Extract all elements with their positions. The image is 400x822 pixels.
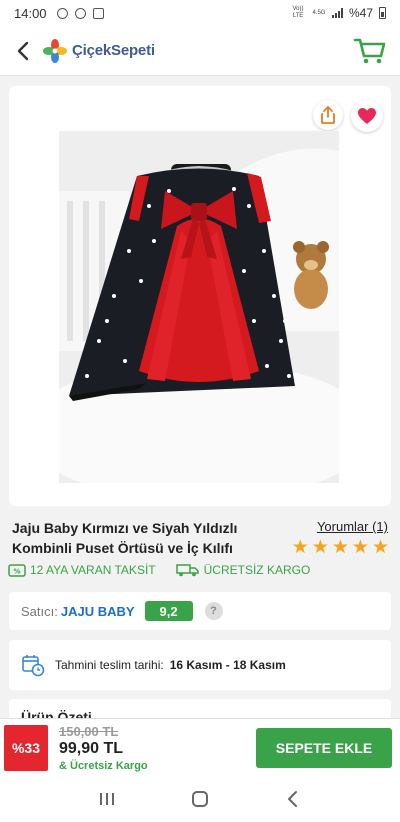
favorite-button[interactable] [351, 100, 383, 132]
installment-promo: % 12 AYA VARAN TAKSİT [8, 563, 156, 577]
promo-row: % 12 AYA VARAN TAKSİT ÜCRETSİZ KARGO [8, 563, 310, 577]
buy-bar: %33 150,00 TL 99,90 TL & Ücretsiz Kargo … [0, 718, 400, 776]
discount-badge: %33 [4, 725, 48, 771]
recent-apps-button[interactable] [87, 784, 127, 814]
share-icon [321, 106, 335, 124]
seller-card: Satıcı: JAJU BABY 9,2 ? [9, 592, 391, 630]
app-header: ÇiçekSepeti [0, 26, 400, 76]
old-price: 150,00 TL [59, 724, 119, 739]
add-to-cart-button[interactable]: SEPETE EKLE [256, 728, 392, 768]
credit-card-icon: % [8, 563, 26, 577]
product-image-card [9, 86, 391, 506]
brand-name: ÇiçekSepeti [72, 42, 155, 59]
back-button[interactable] [12, 40, 34, 62]
status-bar: 14:00 Vo)) LTE 4.5G %47 [0, 0, 400, 26]
signal-icon [331, 8, 343, 18]
star-icon: ★ [291, 537, 309, 558]
cart-button[interactable] [352, 35, 388, 67]
star-icon: ★ [331, 537, 349, 558]
current-price: 99,90 TL [59, 740, 124, 757]
back-nav-button[interactable] [273, 784, 313, 814]
delivery-truck-icon [175, 564, 199, 577]
star-icon: ★ [371, 537, 389, 558]
chevron-left-icon [17, 41, 29, 60]
installment-label: 12 AYA VARAN TAKSİT [30, 563, 156, 577]
recent-apps-icon [99, 793, 114, 805]
product-title: Jaju Baby Kırmızı ve Siyah Yıldızlı Komb… [12, 520, 238, 556]
notification-icons [56, 7, 104, 19]
reviews-link[interactable]: Yorumlar (1) [317, 519, 388, 534]
seller-label: Satıcı: [21, 603, 58, 619]
back-arrow-icon [288, 791, 298, 807]
seller-info-button[interactable]: ? [204, 602, 223, 620]
free-shipping-note: & Ücretsiz Kargo [59, 760, 148, 772]
battery-percent: %47 [348, 6, 373, 20]
home-button[interactable] [180, 784, 220, 814]
notification-icon [56, 7, 68, 19]
free-shipping-label: ÜCRETSİZ KARGO [203, 563, 311, 577]
seller-name-link[interactable]: JAJU BABY [61, 604, 135, 619]
network-label: Vo)) LTE [292, 6, 304, 19]
seller-score-badge: 9,2 [144, 601, 193, 621]
network-speed: 4.5G [312, 9, 326, 16]
flower-logo-icon [43, 38, 67, 63]
rating-stars[interactable]: ★ ★ ★ ★ ★ [292, 538, 389, 558]
delivery-card: Tahmini teslim tarihi: 16 Kasım - 18 Kas… [9, 640, 391, 690]
status-indicators: Vo)) LTE 4.5G %47 [290, 6, 386, 20]
calendar-clock-icon [22, 655, 45, 677]
battery-icon [379, 7, 386, 19]
delivery-label: Tahmini teslim tarihi: [55, 658, 164, 672]
product-photo[interactable] [59, 131, 339, 483]
shopping-cart-icon [353, 38, 386, 63]
star-icon: ★ [351, 537, 369, 558]
heart-icon [358, 108, 376, 124]
free-shipping-promo: ÜCRETSİZ KARGO [175, 563, 311, 577]
share-button[interactable] [313, 100, 343, 130]
status-time: 14:00 [14, 5, 47, 21]
star-icon: ★ [311, 537, 329, 558]
brand-logo[interactable]: ÇiçekSepeti [42, 38, 155, 64]
image-notification-icon [92, 7, 104, 19]
svg-text:%: % [13, 567, 20, 575]
notification-icon [74, 7, 86, 19]
delivery-dates: 16 Kasım - 18 Kasım [169, 658, 286, 672]
system-nav-bar [0, 776, 400, 822]
home-icon [191, 791, 208, 807]
